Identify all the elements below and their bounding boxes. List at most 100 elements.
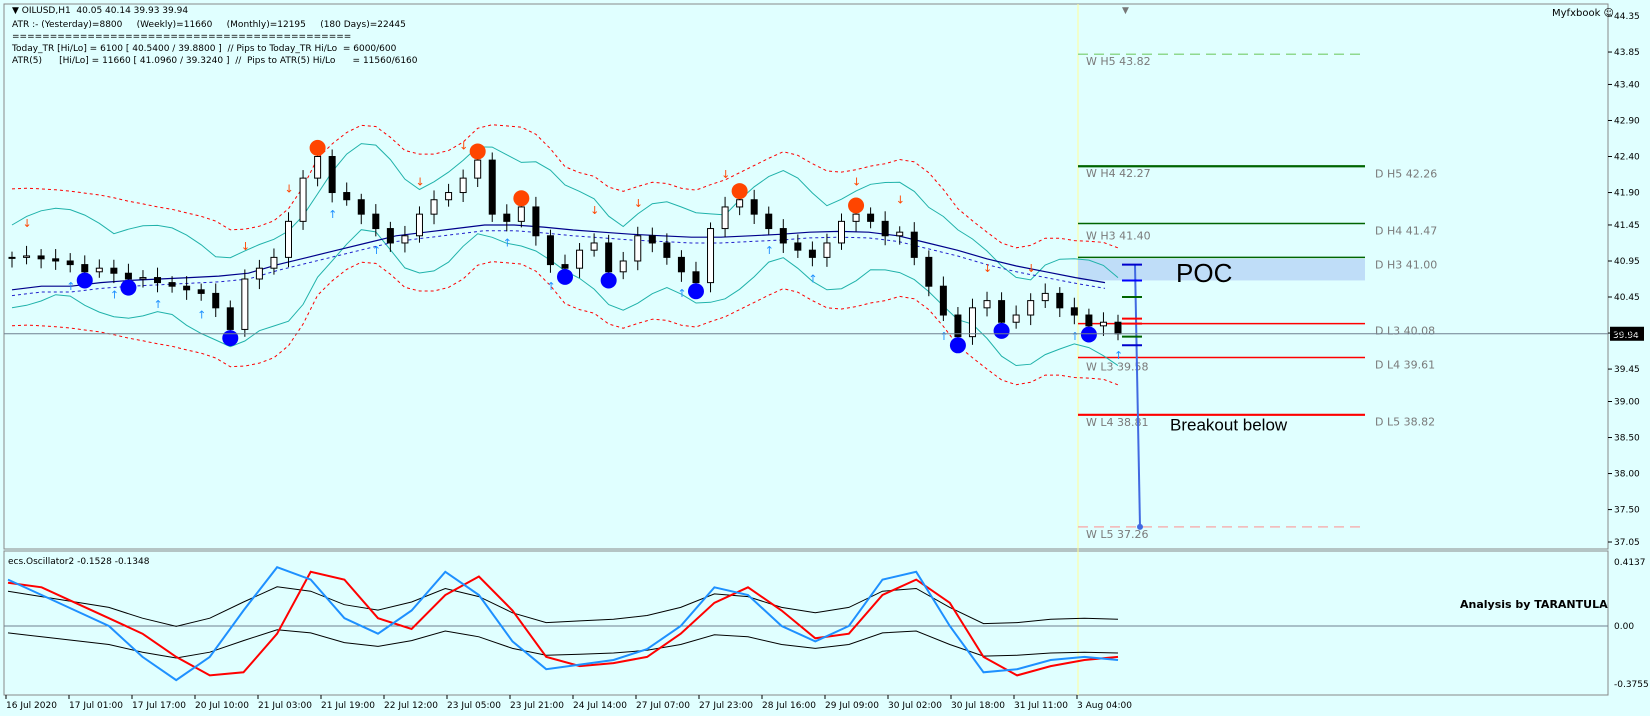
buy-signal-dot (76, 272, 93, 289)
up-arrow-icon: ↑ (110, 288, 119, 301)
candle-body (23, 255, 31, 258)
candle-body (488, 159, 496, 215)
level-label: W H5 43.82 (1086, 55, 1151, 68)
y-axis-label: 39.45 (1614, 365, 1640, 375)
down-arrow-icon: ↓ (590, 204, 599, 217)
scroll-marker-icon[interactable]: ▼ (1122, 6, 1129, 16)
candle-body (852, 213, 860, 222)
candle-body (1085, 314, 1093, 327)
oscillator-fast-line (7, 566, 1119, 682)
oscillator-slow-line (7, 570, 1119, 677)
buy-signal-dot (600, 272, 617, 289)
candle-body (1114, 321, 1122, 335)
candle-body (314, 156, 322, 179)
candle-body (808, 249, 816, 258)
candle-body (867, 213, 875, 222)
level-label: D L3 40.08 (1375, 325, 1435, 338)
x-axis-label: 20 Jul 10:00 (195, 701, 249, 711)
y-axis-label: 40.45 (1614, 293, 1640, 303)
candle-body (590, 242, 598, 251)
up-arrow-icon: ↑ (66, 280, 75, 293)
candle-body (939, 285, 947, 316)
level-label: W L4 38.81 (1086, 416, 1149, 429)
breakout-arrow-line (1134, 264, 1141, 527)
x-axis-label: 17 Jul 01:00 (69, 701, 123, 711)
y-axis-label: 39.95 (1614, 329, 1640, 339)
level-label: W L3 39.58 (1086, 361, 1149, 374)
oscillator-axis-label: 0.00 (1614, 622, 1634, 632)
y-axis-label: 38.50 (1614, 434, 1640, 444)
x-axis-label: 30 Jul 18:00 (951, 701, 1005, 711)
candle-body (910, 231, 918, 258)
candle-body (445, 192, 453, 201)
candle-body (765, 213, 773, 230)
today-range-line: Today_TR [Hi/Lo] = 6100 [ 40.5400 / 39.8… (12, 44, 397, 54)
down-arrow-icon: ↓ (285, 183, 294, 196)
atr5-line: ATR(5) [Hi/Lo] = 11660 [ 41.0960 / 39.32… (12, 56, 418, 66)
x-axis-label: 16 Jul 2020 (6, 701, 57, 711)
y-axis-label: 44.35 (1614, 12, 1640, 22)
buy-signal-dot (557, 268, 573, 285)
y-axis-label: 39.00 (1614, 397, 1640, 407)
oscillator-title: ecs.Oscillator2 -0.1528 -0.1348 (8, 557, 150, 567)
candle-body (474, 159, 482, 179)
level-label: W H4 42.27 (1086, 167, 1151, 180)
down-arrow-icon: ↓ (852, 175, 861, 188)
y-axis-label: 41.45 (1614, 221, 1640, 231)
candle-body (139, 277, 147, 280)
candle-body (37, 255, 45, 260)
candle-body (386, 228, 394, 244)
chart-canvas[interactable]: W H5 43.82 W H4 42.27 D H5 42.26 D H4 41.47… (0, 0, 1650, 716)
level-label: D L5 38.82 (1375, 415, 1435, 428)
candle-body (124, 272, 132, 280)
breakout-label: Breakout below (1170, 415, 1288, 434)
candle-body (1070, 307, 1078, 316)
smiley-icon: ☺ (1603, 8, 1614, 19)
up-arrow-icon: ↑ (1114, 349, 1123, 362)
candle-body (226, 307, 234, 330)
candle-body (707, 228, 715, 284)
chart-window[interactable]: W H5 43.82 W H4 42.27 D H5 42.26 D H4 41.47… (0, 0, 1650, 716)
oscillator-lower-envelope (7, 629, 1119, 659)
candle-body (1099, 321, 1107, 327)
poc-label: POC (1176, 258, 1232, 288)
candle-body (328, 156, 336, 194)
candle-body (736, 199, 744, 208)
candle-body (896, 231, 904, 237)
candle-body (95, 267, 103, 273)
candle-body (619, 260, 627, 273)
candle-body (270, 256, 278, 269)
brand-text: Myfxbook (1552, 8, 1601, 19)
candle-body (415, 213, 423, 237)
analysis-credit-label: Analysis by TARANTULA (1460, 598, 1608, 611)
down-arrow-icon: ↓ (415, 175, 424, 188)
candle-body (677, 256, 685, 273)
candle-body (823, 242, 831, 258)
x-axis-label: 31 Jul 11:00 (1014, 701, 1068, 711)
x-axis-label: 21 Jul 19:00 (321, 701, 375, 711)
down-arrow-icon: ↓ (896, 193, 905, 206)
brand-label[interactable]: Myfxbook ☺ (1552, 8, 1614, 19)
candle-body (154, 277, 162, 284)
candle-body (255, 267, 263, 280)
buy-signal-dot (120, 279, 137, 296)
x-axis-label: 29 Jul 09:00 (825, 701, 879, 711)
x-axis-label: 30 Jul 02:00 (888, 701, 942, 711)
x-axis-label: 24 Jul 14:00 (573, 701, 627, 711)
separator-line: ========================================… (12, 32, 352, 42)
candle-body (299, 177, 307, 222)
up-arrow-icon: ↑ (328, 208, 337, 221)
buy-signal-dot (687, 283, 704, 300)
x-axis-label: 27 Jul 23:00 (699, 701, 753, 711)
x-axis-label: 21 Jul 03:00 (258, 701, 312, 711)
candle-body (168, 282, 176, 287)
up-arrow-icon: ↑ (765, 244, 774, 257)
level-label: D L4 39.61 (1375, 359, 1435, 372)
candle-body (634, 235, 642, 262)
sell-signal-dot (309, 139, 326, 156)
candle-body (197, 289, 205, 294)
candle-body (750, 199, 758, 215)
oscillator-panel-frame (3, 550, 1609, 696)
level-label: W H3 41.40 (1086, 230, 1151, 243)
up-arrow-icon: ↑ (372, 244, 381, 257)
